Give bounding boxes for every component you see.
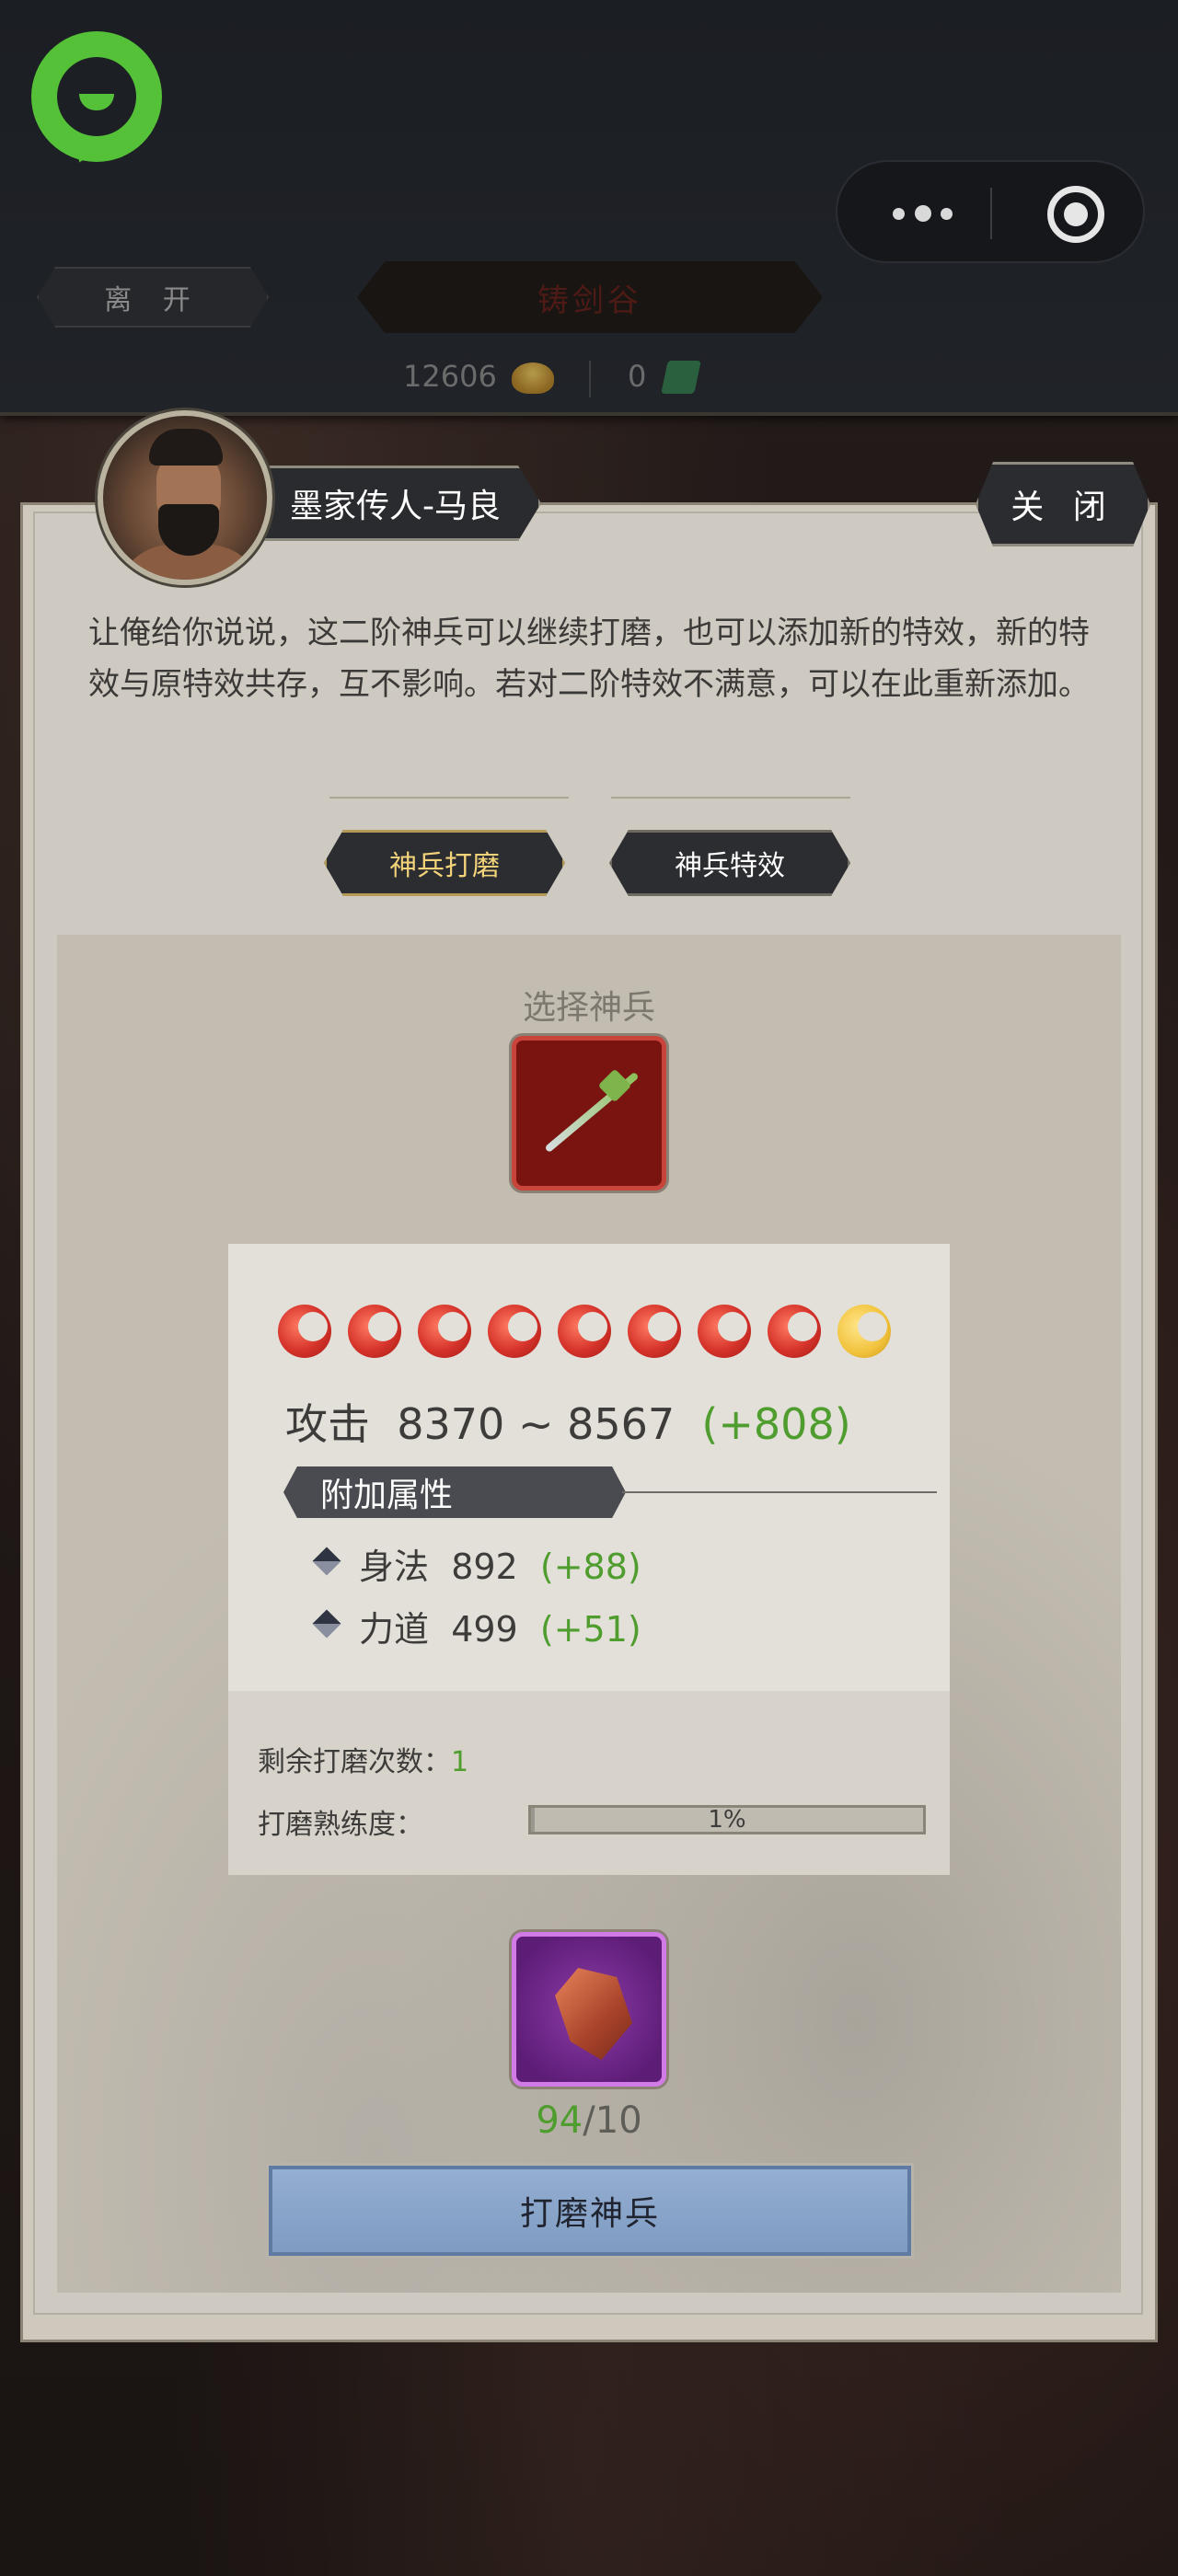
mini-program-capsule [836, 160, 1145, 263]
select-weapon-label: 选择神兵 [522, 989, 655, 1027]
tab-weapon-effect[interactable]: 神兵特效 [609, 830, 850, 896]
attribute-value: 499 [451, 1609, 518, 1650]
place-title: 铸剑谷 [357, 261, 823, 333]
attribute-row: 身法 892 (+88) [312, 1538, 777, 1587]
proficiency-text: 1% [708, 1806, 746, 1834]
logo-tail [70, 137, 110, 167]
npc-name-plate: 墨家传人-马良 [254, 466, 541, 541]
divider-ornament-left [329, 784, 569, 799]
sun-star-icon [628, 1305, 681, 1358]
diamond-bullet-icon [312, 1609, 341, 1639]
grind-info-card [228, 1691, 950, 1875]
more-dots-icon[interactable] [884, 202, 966, 224]
gold-amount: 12606 [403, 359, 497, 394]
sun-star-icon [278, 1305, 331, 1358]
star-rating [278, 1305, 922, 1360]
attack-range: 8370 ~ 8567 [397, 1399, 676, 1449]
target-icon[interactable] [1047, 186, 1104, 243]
jade-amount: 0 [628, 359, 647, 394]
sun-star-icon [488, 1305, 541, 1358]
diamond-bullet-icon [312, 1547, 341, 1576]
whetstone-icon [555, 1968, 632, 2060]
capsule-divider [990, 188, 992, 239]
material-need: /10 [583, 2099, 642, 2142]
sun-star-icon [558, 1305, 611, 1358]
close-button[interactable]: 关 闭 [976, 462, 1150, 546]
weapon-slot[interactable] [512, 1036, 666, 1190]
proficiency-bar: 1% [528, 1805, 926, 1834]
chat-bubble-icon[interactable] [31, 31, 162, 167]
tab-weapon-grind[interactable]: 神兵打磨 [324, 830, 565, 896]
npc-avatar [98, 410, 272, 585]
extra-attributes-header: 附加属性 [283, 1466, 626, 1518]
attack-label: 攻击 [285, 1399, 370, 1449]
sun-star-icon [418, 1305, 471, 1358]
attack-stat: 攻击 8370 ~ 8567 (+808) [285, 1391, 930, 1449]
attribute-bonus: (+51) [539, 1609, 641, 1650]
sun-star-icon [698, 1305, 751, 1358]
proficiency-label: 打磨熟练度： [258, 1809, 423, 1841]
attack-bonus: (+808) [701, 1399, 851, 1449]
attribute-name: 力道 [359, 1609, 430, 1650]
currency-divider [589, 361, 591, 397]
leave-button[interactable]: 离 开 [37, 267, 269, 328]
divider-ornament-right [611, 784, 850, 799]
attribute-bonus: (+88) [539, 1547, 641, 1587]
material-count: 94/10 [405, 2099, 773, 2142]
attribute-row: 力道 499 (+51) [312, 1601, 777, 1650]
gold-ingot-icon [512, 362, 554, 394]
moon-star-icon [837, 1305, 891, 1358]
remaining-grinds: 剩余打磨次数：1 [258, 1739, 468, 1779]
remaining-value: 1 [451, 1746, 469, 1778]
attribute-value: 892 [451, 1547, 518, 1587]
sun-star-icon [348, 1305, 401, 1358]
sun-star-icon [768, 1305, 821, 1358]
extra-attributes-divider [622, 1491, 937, 1493]
npc-dialog: 让俺给你说说，这二阶神兵可以继续打磨，也可以添加新的特效，新的特效与原特效共存，… [88, 615, 1090, 703]
jade-icon [661, 361, 701, 394]
remaining-label: 剩余打磨次数： [258, 1746, 451, 1778]
currency-bar: 12606 0 [387, 353, 773, 405]
grind-material-slot[interactable] [512, 1932, 666, 2087]
attribute-name: 身法 [359, 1547, 430, 1587]
grind-weapon-button[interactable]: 打磨神兵 [269, 2166, 911, 2256]
material-have: 94 [536, 2099, 583, 2142]
